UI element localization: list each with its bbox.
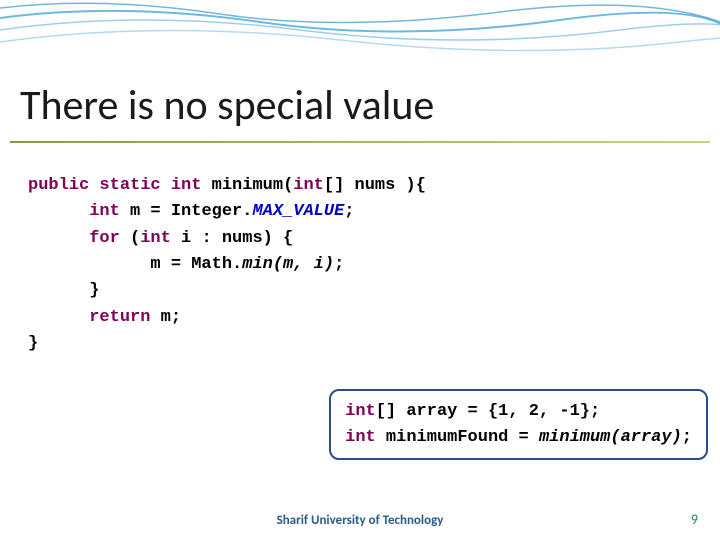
kw-int: int: [140, 229, 171, 248]
kw-int: int: [89, 202, 120, 221]
title-underline: [10, 141, 710, 143]
code-text: (: [120, 229, 140, 248]
callout-box: int[] array = {1, 2, -1}; int minimumFou…: [329, 389, 708, 460]
slide-title: There is no special value: [0, 0, 720, 141]
kw-return: return: [89, 308, 150, 327]
code-text: i : nums) {: [171, 229, 293, 248]
code-text: m = Math.: [150, 255, 242, 274]
kw-int: int: [345, 402, 376, 421]
kw-public: public: [28, 176, 89, 195]
footer-text: Sharif University of Technology: [0, 513, 720, 528]
kw-static: static: [99, 176, 160, 195]
kw-for: for: [89, 229, 120, 248]
code-text: m;: [150, 308, 181, 327]
code-text: minimum(: [201, 176, 293, 195]
code-text: ;: [682, 428, 692, 447]
kw-int: int: [171, 176, 202, 195]
kw-int: int: [293, 176, 324, 195]
code-text: ;: [334, 255, 344, 274]
code-block-main: public static int minimum(int[] nums ){ …: [0, 173, 720, 357]
code-text: ;: [344, 202, 354, 221]
static-field: MAX_VALUE: [252, 202, 344, 221]
static-call: min(m, i): [242, 255, 334, 274]
static-call: minimum(array): [539, 428, 682, 447]
code-text: minimumFound =: [376, 428, 539, 447]
code-text: }: [28, 334, 38, 353]
code-text: [] array = {1, 2, -1};: [376, 402, 600, 421]
code-text: m = Integer.: [120, 202, 253, 221]
kw-int: int: [345, 428, 376, 447]
code-text: }: [89, 281, 99, 300]
code-text: [] nums ){: [324, 176, 426, 195]
page-number: 9: [691, 511, 698, 528]
